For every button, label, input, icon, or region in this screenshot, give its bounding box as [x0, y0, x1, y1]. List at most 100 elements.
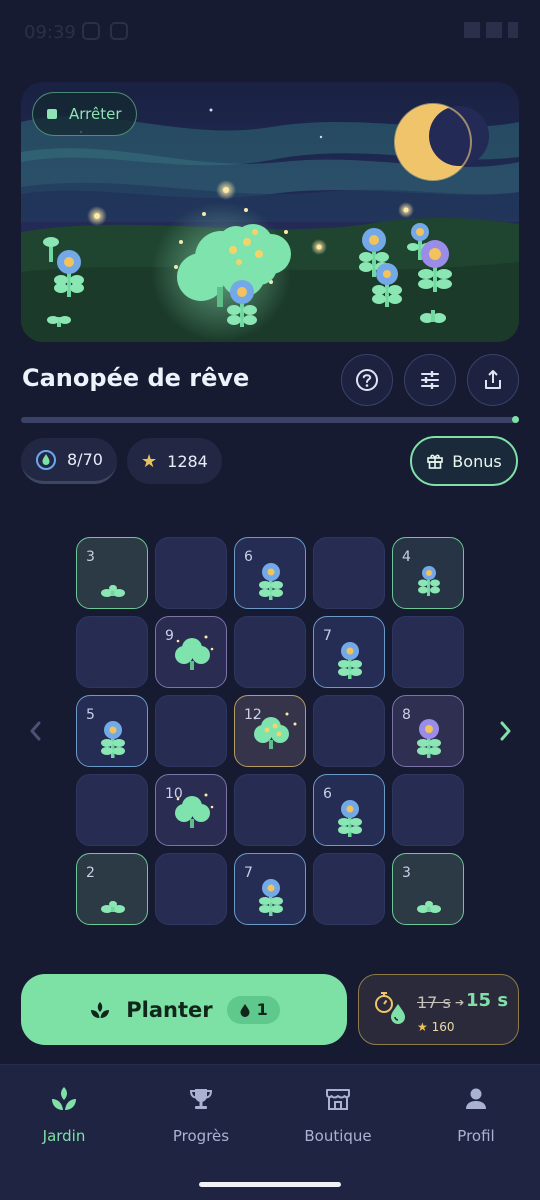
cell-level: 9	[165, 628, 174, 644]
sprout-icon	[48, 1083, 80, 1115]
garden-cell-empty[interactable]	[392, 774, 464, 846]
share-button[interactable]	[467, 354, 519, 406]
garden-cell-empty[interactable]	[155, 853, 227, 925]
help-icon	[356, 369, 378, 391]
plant-cost: 1	[256, 1000, 268, 1019]
progress-fill	[21, 417, 519, 423]
garden-cell-bush[interactable]: 9	[155, 616, 227, 688]
nav-label-shop: Boutique	[304, 1127, 372, 1145]
stop-label: Arrêter	[69, 105, 122, 123]
status-time: 09:39	[24, 22, 76, 43]
plant-button[interactable]: Planter 1	[21, 974, 347, 1045]
cell-level: 12	[244, 707, 262, 723]
stars-counter: ★ 1284	[127, 438, 222, 484]
stopwatch-drop-icon	[375, 992, 405, 1024]
garden-cell-empty[interactable]	[313, 695, 385, 767]
garden-progress-bar	[21, 416, 519, 423]
store-icon	[322, 1083, 354, 1115]
battery-icon	[508, 22, 518, 38]
garden-cell-empty[interactable]	[234, 616, 306, 688]
garden-cell-flower-blue[interactable]: 5	[76, 695, 148, 767]
garden-cell-flower-purple[interactable]: 8	[392, 695, 464, 767]
chevron-right-icon	[500, 721, 511, 741]
do-not-disturb-icon	[82, 22, 100, 40]
garden-cell-bush-gold[interactable]: 12	[234, 695, 306, 767]
garden-cell-sprout[interactable]: 3	[392, 853, 464, 925]
wifi-icon	[464, 22, 480, 38]
garden-cell-flower-blue[interactable]: 6	[313, 774, 385, 846]
water-drop-icon	[240, 1003, 250, 1017]
garden-grid: 3 6 4 9 7 5 12 8 10 6 2 7 3	[76, 537, 464, 925]
cell-level: 4	[402, 549, 411, 565]
star-icon: ★	[417, 1020, 428, 1034]
nav-label-profile: Profil	[457, 1127, 495, 1145]
gift-icon	[427, 454, 444, 469]
cell-level: 5	[86, 707, 95, 723]
garden-cell-empty[interactable]	[234, 774, 306, 846]
garden-cell-empty[interactable]	[76, 616, 148, 688]
plant-label: Planter	[126, 997, 213, 1022]
grid-next-button[interactable]	[491, 716, 521, 746]
garden-cell-flower-blue[interactable]: 6	[234, 537, 306, 609]
nav-item-shop[interactable]: Boutique	[278, 1083, 398, 1145]
nav-item-progress[interactable]: Progrès	[141, 1083, 261, 1145]
stars-count: 1284	[167, 451, 208, 471]
garden-title: Canopée de rêve	[22, 364, 250, 392]
home-indicator[interactable]	[199, 1182, 341, 1187]
grid-prev-button[interactable]	[20, 716, 50, 746]
garden-cell-flower-small[interactable]: 4	[392, 537, 464, 609]
settings-button[interactable]	[404, 354, 456, 406]
garden-cell-empty[interactable]	[155, 537, 227, 609]
water-count: 8/70	[67, 450, 103, 469]
bottom-navigation: Jardin Progrès Boutique Profil	[0, 1064, 540, 1200]
garden-cell-sprout[interactable]: 3	[76, 537, 148, 609]
cell-level: 8	[402, 707, 411, 723]
cell-level: 6	[323, 786, 332, 802]
garden-cell-flower-blue[interactable]: 7	[313, 616, 385, 688]
garden-cell-empty[interactable]	[155, 695, 227, 767]
garden-scene: Arrêter	[21, 82, 519, 342]
bonus-label: Bonus	[452, 451, 502, 471]
old-duration: 17 s	[417, 993, 451, 1012]
garden-cell-bush[interactable]: 10	[155, 774, 227, 846]
sliders-icon	[421, 371, 439, 389]
water-drop-icon	[36, 449, 56, 470]
garden-cell-empty[interactable]	[76, 774, 148, 846]
garden-cell-empty[interactable]	[313, 537, 385, 609]
trophy-icon	[185, 1083, 217, 1115]
person-icon	[460, 1083, 492, 1115]
cell-level: 6	[244, 549, 253, 565]
status-right-icons	[464, 22, 518, 38]
help-button[interactable]	[341, 354, 393, 406]
plant-icon	[91, 1001, 110, 1018]
garden-cell-sprout[interactable]: 2	[76, 853, 148, 925]
stop-icon	[47, 109, 57, 119]
share-icon	[485, 370, 501, 389]
cell-level: 10	[165, 786, 183, 802]
bonus-button[interactable]: Bonus	[410, 436, 518, 486]
app-notification-icon	[110, 22, 128, 40]
cell-level: 3	[86, 549, 95, 565]
star-icon: ★	[141, 450, 158, 472]
signal-icon	[486, 22, 502, 38]
nav-label-garden: Jardin	[42, 1127, 86, 1145]
cell-level: 7	[244, 865, 253, 881]
stop-button[interactable]: Arrêter	[32, 92, 137, 136]
water-counter: 8/70	[21, 438, 117, 484]
garden-cell-empty[interactable]	[392, 616, 464, 688]
garden-cell-flower-blue[interactable]: 7	[234, 853, 306, 925]
speedup-cost-value: 160	[431, 1020, 455, 1034]
progress-handle	[512, 416, 519, 423]
cell-level: 3	[402, 865, 411, 881]
speedup-card[interactable]: 17 s ➔ 15 s ★ 160	[358, 974, 519, 1045]
chevron-left-icon	[30, 721, 41, 741]
status-bar: 09:39	[0, 0, 540, 64]
cell-level: 7	[323, 628, 332, 644]
garden-cell-empty[interactable]	[313, 853, 385, 925]
cell-level: 2	[86, 865, 95, 881]
nav-label-progress: Progrès	[172, 1127, 230, 1145]
plant-cost-badge: 1	[226, 995, 280, 1024]
nav-item-profile[interactable]: Profil	[416, 1083, 536, 1145]
nav-item-garden[interactable]: Jardin	[4, 1083, 124, 1145]
arrow-icon: ➔	[455, 996, 465, 1009]
